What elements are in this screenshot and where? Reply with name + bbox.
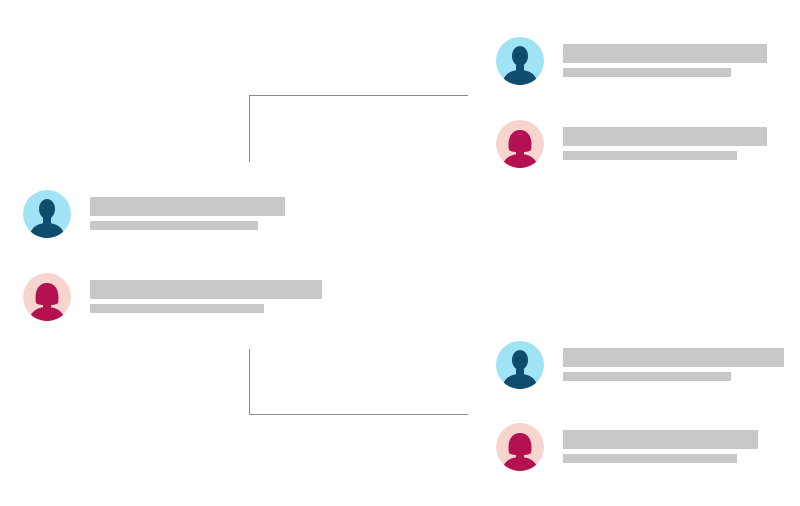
- person-card-paternal-grandmother[interactable]: [496, 120, 776, 168]
- person-card-paternal-grandfather[interactable]: [496, 37, 776, 85]
- name-placeholder: [563, 430, 758, 449]
- female-avatar-icon: [496, 423, 544, 471]
- name-placeholder: [563, 348, 784, 367]
- person-card-root-mother[interactable]: [23, 273, 333, 321]
- male-avatar-icon: [496, 341, 544, 389]
- name-placeholder: [90, 280, 322, 299]
- connector-upper: [249, 95, 468, 162]
- name-placeholder: [563, 127, 767, 146]
- name-placeholder: [90, 197, 285, 216]
- person-card-maternal-grandfather[interactable]: [496, 341, 790, 389]
- detail-placeholder: [563, 454, 737, 463]
- male-avatar-icon: [23, 190, 71, 238]
- detail-placeholder: [90, 221, 258, 230]
- female-avatar-icon: [496, 120, 544, 168]
- female-avatar-icon: [23, 273, 71, 321]
- connector-lower: [249, 349, 468, 415]
- detail-placeholder: [90, 304, 264, 313]
- family-tree: [0, 0, 800, 506]
- male-avatar-icon: [496, 37, 544, 85]
- person-card-maternal-grandmother[interactable]: [496, 423, 776, 471]
- detail-placeholder: [563, 68, 731, 77]
- detail-placeholder: [563, 372, 731, 381]
- detail-placeholder: [563, 151, 737, 160]
- name-placeholder: [563, 44, 767, 63]
- person-card-root-father[interactable]: [23, 190, 293, 238]
